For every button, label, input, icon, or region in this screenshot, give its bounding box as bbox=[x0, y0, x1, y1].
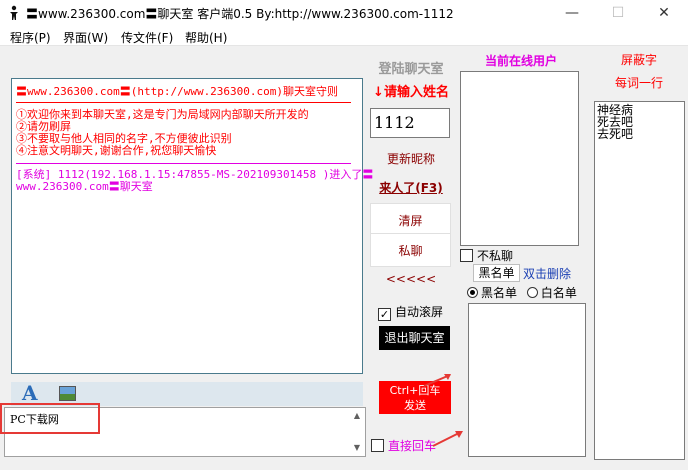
update-nickname-button[interactable]: 更新昵称 bbox=[371, 150, 451, 167]
menu-send-file[interactable]: 传文件(F) bbox=[121, 29, 173, 46]
filter-names-list[interactable] bbox=[468, 303, 586, 457]
image-icon[interactable] bbox=[59, 386, 76, 401]
exit-chat-button[interactable]: 退出聊天室 bbox=[379, 326, 450, 350]
checkbox-icon bbox=[371, 439, 384, 452]
blocked-words-hint: 每词一行 bbox=[614, 76, 663, 90]
auto-scroll-checkbox[interactable]: ✓ 自动滚屏 bbox=[378, 303, 443, 321]
collapse-button[interactable]: <<<<< bbox=[371, 272, 451, 286]
rule-line: ④注意文明聊天,谢谢合作,祝您聊天愉快 bbox=[16, 144, 217, 157]
auto-scroll-label: 自动滚屏 bbox=[395, 305, 444, 319]
direct-enter-label: 直接回车 bbox=[388, 439, 437, 453]
no-private-checkbox[interactable]: 不私聊 bbox=[460, 247, 513, 264]
chat-log[interactable]: 〓www.236300.com〓(http://www.236300.com)聊… bbox=[11, 78, 373, 374]
pointer-arrow-icon bbox=[423, 374, 451, 387]
maximize-button[interactable]: ☐ bbox=[595, 0, 641, 26]
blocked-words-list[interactable]: 神经病 死去吧 去死吧 bbox=[594, 101, 685, 460]
online-users-list[interactable] bbox=[460, 71, 579, 246]
system-message: www.236300.com〓聊天室 bbox=[16, 180, 153, 193]
window-title: 〓www.236300.com〓聊天室 客户端0.5 By:http://www… bbox=[26, 7, 454, 21]
filter-mode-radios: 黑名单 白名单 bbox=[467, 284, 577, 301]
minimize-button[interactable]: — bbox=[549, 0, 595, 26]
nickname-input[interactable]: 1112 bbox=[370, 108, 450, 138]
radio-blacklist[interactable]: 黑名单 bbox=[467, 286, 517, 300]
menu-program[interactable]: 程序(P) bbox=[10, 29, 51, 46]
rules-divider bbox=[16, 102, 351, 103]
radio-selected-icon bbox=[467, 287, 478, 298]
name-prompt: ↓请输入姓名 bbox=[373, 85, 449, 100]
radio-icon bbox=[526, 287, 538, 298]
checkbox-checked-icon: ✓ bbox=[378, 308, 391, 321]
pointer-arrow-icon bbox=[432, 431, 463, 447]
menu-bar: 程序(P) 界面(W) 传文件(F) 帮助(H) bbox=[0, 26, 688, 46]
clear-screen-button[interactable]: 清屏 bbox=[370, 203, 451, 237]
close-button[interactable]: ✕ bbox=[641, 0, 687, 26]
radio-whitelist[interactable]: 白名单 bbox=[526, 286, 577, 300]
login-title: 登陆聊天室 bbox=[378, 62, 444, 77]
app-icon bbox=[10, 5, 18, 20]
menu-help[interactable]: 帮助(H) bbox=[185, 29, 227, 46]
input-highlight-box bbox=[0, 403, 100, 434]
radio-whitelist-label: 白名单 bbox=[540, 286, 577, 300]
online-users-title: 当前在线用户 bbox=[462, 52, 580, 69]
scroll-down-icon[interactable]: ▼ bbox=[350, 441, 364, 455]
private-chat-button[interactable]: 私聊 bbox=[370, 233, 451, 267]
font-icon[interactable]: A bbox=[22, 383, 42, 403]
blacklist-button[interactable]: 黑名单 bbox=[473, 264, 520, 282]
menu-interface[interactable]: 界面(W) bbox=[63, 29, 108, 46]
blocked-word: 去死吧 bbox=[597, 127, 634, 141]
someone-coming-button[interactable]: 来人了(F3) bbox=[371, 179, 451, 196]
direct-enter-checkbox[interactable]: 直接回车 bbox=[371, 437, 436, 454]
blocked-words-title: 屏蔽字 bbox=[620, 53, 657, 67]
double-click-delete-hint: 双击删除 bbox=[523, 267, 572, 281]
scroll-up-icon[interactable]: ▲ bbox=[350, 409, 364, 423]
rules-title: 〓www.236300.com〓(http://www.236300.com)聊… bbox=[16, 85, 339, 98]
send-label: 发送 bbox=[404, 399, 426, 412]
checkbox-icon bbox=[460, 249, 473, 262]
system-divider bbox=[16, 163, 351, 164]
radio-blacklist-label: 黑名单 bbox=[481, 286, 518, 300]
no-private-label: 不私聊 bbox=[477, 249, 514, 263]
